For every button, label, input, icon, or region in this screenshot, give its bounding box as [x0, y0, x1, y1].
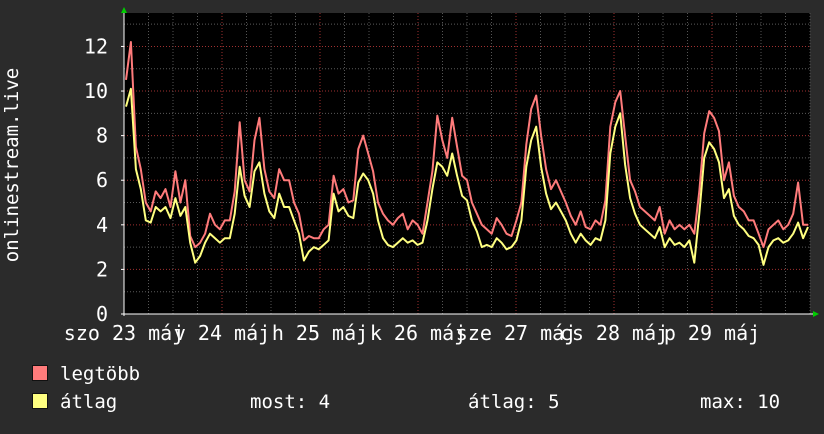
x-tick-label: v 24 máj [174, 321, 270, 345]
y-tick-label: 8 [96, 124, 108, 148]
stat-max-value: 10 [757, 391, 781, 413]
y-axis-label: onlinestream.live [1, 68, 23, 262]
stat-now: most: 4 [250, 391, 330, 413]
y-tick-label: 2 [96, 257, 108, 281]
legend-item-max: legtöbb [32, 363, 140, 385]
x-tick-label: sze 27 máj [456, 321, 576, 345]
stat-now-label: most: [250, 391, 308, 413]
y-tick-label: 10 [84, 79, 108, 103]
legend-label-avg: átlag [60, 391, 118, 413]
legend-swatch-max [32, 365, 48, 381]
legend-item-avg: átlag [32, 391, 117, 413]
y-tick-label: 12 [84, 34, 108, 58]
x-axis-arrow [813, 311, 819, 317]
y-axis-arrow [121, 7, 127, 13]
stat-avg: átlag: 5 [468, 391, 560, 413]
x-tick-label: k 26 máj [370, 321, 466, 345]
x-tick-label: szo 23 máj [64, 321, 184, 345]
x-tick-label: h 25 máj [272, 321, 368, 345]
stat-max-label: max: [700, 391, 746, 413]
stat-avg-value: 5 [548, 391, 560, 413]
y-tick-label: 4 [96, 213, 108, 237]
stat-now-value: 4 [318, 391, 331, 413]
x-tick-label: cs 28 máj [560, 321, 668, 345]
legend-swatch-avg [32, 393, 48, 409]
x-tick-label: p 29 máj [664, 321, 760, 345]
y-tick-label: 6 [96, 168, 108, 192]
stat-avg-label: átlag: [468, 391, 537, 413]
y-tick-labels: 024681012 [84, 34, 108, 326]
x-tick-labels: szo 23 májv 24 máj h 25 máj k 26 májsze 27… [64, 321, 760, 345]
stat-max: max: 10 [700, 391, 780, 413]
legend-label-max: legtöbb [60, 363, 141, 385]
